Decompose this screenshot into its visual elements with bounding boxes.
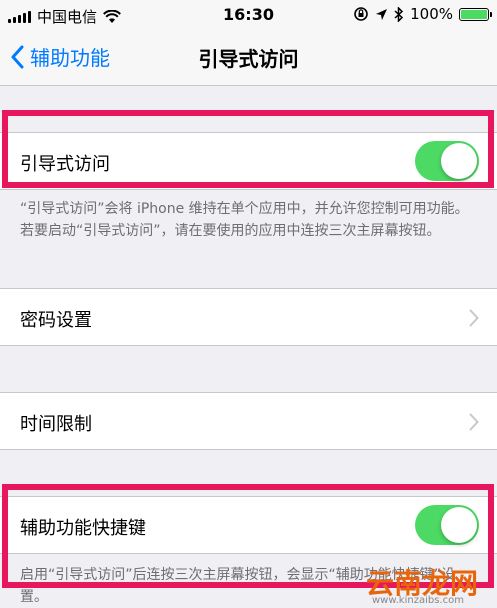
chevron-right-icon [469, 309, 479, 327]
battery-percent: 100% [410, 5, 453, 23]
status-bar: 中国电信 16:30 100% [0, 0, 497, 30]
passcode-settings-label: 密码设置 [20, 310, 92, 331]
bluetooth-icon [394, 6, 404, 22]
accessibility-shortcut-label: 辅助功能快捷键 [20, 518, 146, 539]
passcode-settings-cell[interactable]: 密码设置 [0, 288, 497, 346]
guided-access-label: 引导式访问 [20, 154, 110, 175]
nav-bar: 辅助功能 引导式访问 [0, 30, 497, 86]
battery-fill [461, 9, 487, 19]
page-title: 引导式访问 [198, 47, 299, 71]
toggle-knob [441, 143, 477, 179]
status-right: 100% [353, 5, 492, 23]
toggle-knob [441, 507, 477, 543]
guided-access-cell: 引导式访问 [0, 132, 497, 190]
location-icon [376, 8, 388, 20]
rotation-lock-icon [354, 7, 368, 21]
guided-access-footer: “引导式访问”会将 iPhone 维持在单个应用中，并允许您控制可用功能。若要启… [20, 201, 469, 239]
guided-access-toggle[interactable] [415, 141, 479, 181]
watermark-url: www.kinzaibs.com [372, 595, 464, 606]
accessibility-shortcut-toggle[interactable] [415, 505, 479, 545]
accessibility-shortcut-cell: 辅助功能快捷键 [0, 496, 497, 554]
battery-icon [459, 7, 492, 21]
chevron-right-icon [469, 413, 479, 431]
time-limits-label: 时间限制 [20, 414, 92, 435]
time-limits-cell[interactable]: 时间限制 [0, 392, 497, 450]
